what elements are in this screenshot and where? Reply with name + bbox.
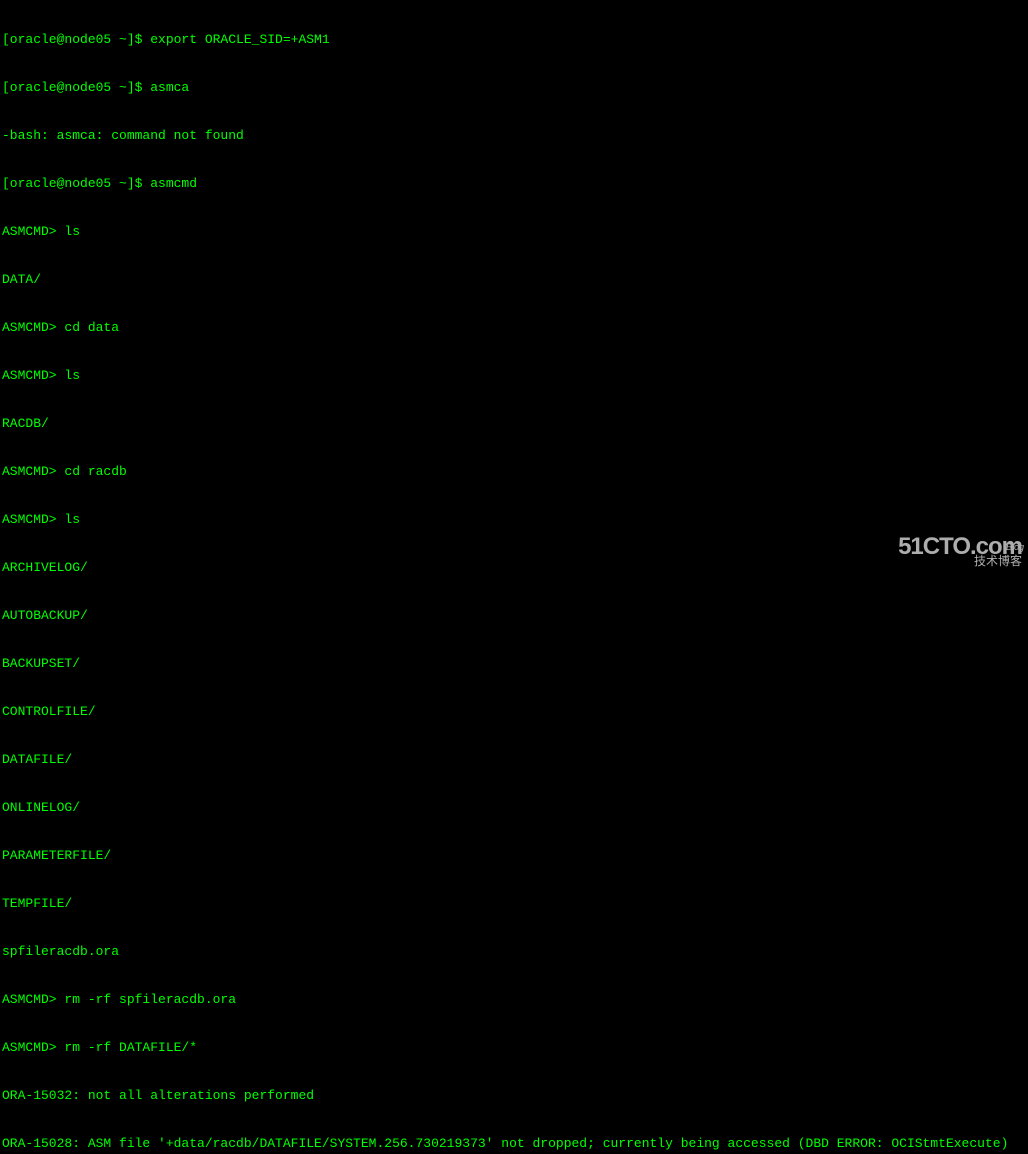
terminal-line: PARAMETERFILE/ bbox=[2, 848, 1026, 864]
terminal-line: [oracle@node05 ~]$ export ORACLE_SID=+AS… bbox=[2, 32, 1026, 48]
terminal-line: ORA-15032: not all alterations performed bbox=[2, 1088, 1026, 1104]
terminal-line: ASMCMD> rm -rf DATAFILE/* bbox=[2, 1040, 1026, 1056]
terminal-line: ASMCMD> cd data bbox=[2, 320, 1026, 336]
terminal-line: BACKUPSET/ bbox=[2, 656, 1026, 672]
watermark-blog: Blog bbox=[1006, 539, 1024, 555]
terminal-line: ARCHIVELOG/ bbox=[2, 560, 1026, 576]
watermark: 51CTO.com Blog 技术博客 bbox=[898, 539, 1022, 569]
terminal-line: spfileracdb.ora bbox=[2, 944, 1026, 960]
terminal-line: ASMCMD> ls bbox=[2, 224, 1026, 240]
terminal-output[interactable]: [oracle@node05 ~]$ export ORACLE_SID=+AS… bbox=[0, 0, 1028, 1154]
terminal-line: ASMCMD> ls bbox=[2, 512, 1026, 528]
terminal-line: ASMCMD> cd racdb bbox=[2, 464, 1026, 480]
terminal-line: ASMCMD> ls bbox=[2, 368, 1026, 384]
terminal-line: [oracle@node05 ~]$ asmcmd bbox=[2, 176, 1026, 192]
terminal-line: AUTOBACKUP/ bbox=[2, 608, 1026, 624]
terminal-line: -bash: asmca: command not found bbox=[2, 128, 1026, 144]
terminal-line: TEMPFILE/ bbox=[2, 896, 1026, 912]
terminal-line: RACDB/ bbox=[2, 416, 1026, 432]
terminal-line: DATA/ bbox=[2, 272, 1026, 288]
terminal-line: ASMCMD> rm -rf spfileracdb.ora bbox=[2, 992, 1026, 1008]
terminal-line: [oracle@node05 ~]$ asmca bbox=[2, 80, 1026, 96]
terminal-line: CONTROLFILE/ bbox=[2, 704, 1026, 720]
terminal-line: ONLINELOG/ bbox=[2, 800, 1026, 816]
terminal-line: DATAFILE/ bbox=[2, 752, 1026, 768]
terminal-line: ORA-15028: ASM file '+data/racdb/DATAFIL… bbox=[2, 1136, 1026, 1152]
